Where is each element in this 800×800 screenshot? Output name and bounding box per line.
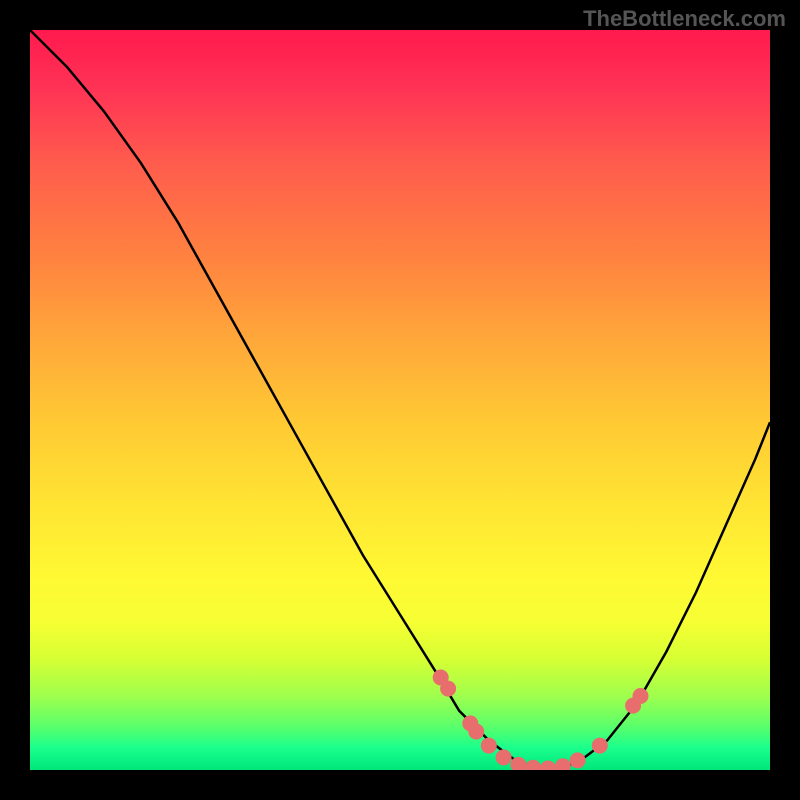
- data-point: [540, 761, 556, 770]
- watermark-text: TheBottleneck.com: [583, 6, 786, 32]
- data-point: [440, 681, 456, 697]
- data-point: [525, 760, 541, 770]
- chart-plot-area: [30, 30, 770, 770]
- data-point: [468, 724, 484, 740]
- data-point: [481, 738, 497, 754]
- curve-line: [30, 30, 770, 770]
- data-point: [633, 688, 649, 704]
- data-point: [592, 738, 608, 754]
- data-point: [555, 758, 571, 770]
- chart-svg: [30, 30, 770, 770]
- data-point: [570, 752, 586, 768]
- data-point: [496, 749, 512, 765]
